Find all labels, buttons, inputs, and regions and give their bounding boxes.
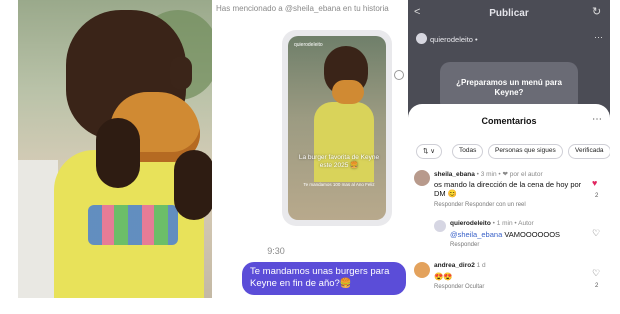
like-count: 2 [595, 283, 599, 289]
reply-username-text: quierodeleito [450, 220, 491, 227]
comment-actions[interactable]: Responder Responder con un reel [434, 202, 526, 208]
filter-chip-following[interactable]: Personas que sigues [488, 144, 563, 159]
filter-chip-verified[interactable]: Verificada [568, 144, 610, 159]
child-eating-burger-photo [18, 0, 214, 298]
message-timestamp: 9:30 [267, 246, 285, 256]
comment-username[interactable]: sheila_ebana • 3 min • ❤ por el autor [434, 170, 543, 178]
reply-avatar[interactable] [434, 220, 446, 232]
comment-username[interactable]: andrea_diro2 1 d [434, 262, 486, 269]
reply-icon[interactable] [394, 70, 404, 80]
story-subcaption: Te mandamos 100 mas al Ano Feliz [303, 182, 375, 187]
direct-message-panel: Has mencionado a @sheila_ebana en tu his… [212, 0, 408, 298]
story-caption: La burger favorita de Keyne este 2025 🍔 [298, 154, 380, 170]
story-burger [332, 80, 364, 104]
reply-body: VAMOOOOOOS [502, 230, 561, 239]
sort-chip[interactable]: ⇅ ∨ [416, 144, 443, 159]
heart-outline-icon[interactable]: ♡ [592, 228, 600, 239]
commenter-avatar[interactable] [414, 170, 430, 186]
comment-username-text: andrea_diro2 [434, 262, 475, 269]
child-ear [170, 56, 192, 90]
reply-meta: • 1 min • Autor [492, 220, 534, 227]
child-left-hand [96, 118, 140, 188]
heart-outline-icon[interactable]: ♡ [592, 268, 600, 279]
reply-actions[interactable]: Responder [450, 242, 479, 248]
comment-text: os mando la dirección de la cena de hoy … [434, 180, 582, 199]
sent-message-bubble[interactable]: Te mandamos unas burgers para Keyne en f… [242, 262, 406, 295]
comment-actions[interactable]: Responder Ocultar [434, 284, 484, 290]
comment-username-text: sheila_ebana [434, 171, 475, 178]
comment-meta: 1 d [476, 262, 486, 269]
account-avatar[interactable] [416, 33, 427, 44]
commenter-avatar[interactable] [414, 262, 430, 278]
comments-title: Comentarios [481, 116, 537, 126]
child-right-hand [174, 150, 214, 220]
reply-text: @sheila_ebana VAMOOOOOOS [450, 230, 588, 239]
reply-mention[interactable]: @sheila_ebana [450, 230, 502, 239]
heart-icon[interactable]: ♥ [592, 178, 597, 188]
account-name[interactable]: quierodeleito • [430, 35, 478, 44]
shirt-pattern [88, 205, 178, 245]
post-options-icon[interactable]: ⋯ [594, 32, 603, 43]
story-reply-card[interactable]: quierodeleito La burger favorita de Keyn… [282, 30, 392, 226]
reply-username[interactable]: quierodeleito • 1 min • Autor [450, 220, 534, 227]
header-title: Publicar [489, 8, 529, 19]
comment-text: 😍😍 [434, 272, 453, 281]
story-mention-note: Has mencionado a @sheila_ebana en tu his… [216, 4, 389, 13]
screenshot-collage: Has mencionado a @sheila_ebana en tu his… [0, 0, 620, 314]
filter-chip-all[interactable]: Todas [452, 144, 484, 159]
instagram-comments-panel: < Publicar ↻ quierodeleito • ⋯ ¿Preparam… [408, 0, 610, 298]
background-chair [18, 160, 58, 298]
story-preview: quierodeleito La burger favorita de Keyn… [288, 36, 386, 220]
comments-options-icon[interactable]: ⋯ [592, 114, 602, 125]
comment-meta: • 3 min • ❤ por el autor [476, 171, 543, 178]
story-username: quierodeleito [294, 42, 323, 48]
post-preview-text: ¿Preparamos un menú para Keyne? [456, 78, 562, 97]
like-count: 2 [595, 193, 599, 199]
refresh-icon[interactable]: ↻ [592, 5, 601, 18]
